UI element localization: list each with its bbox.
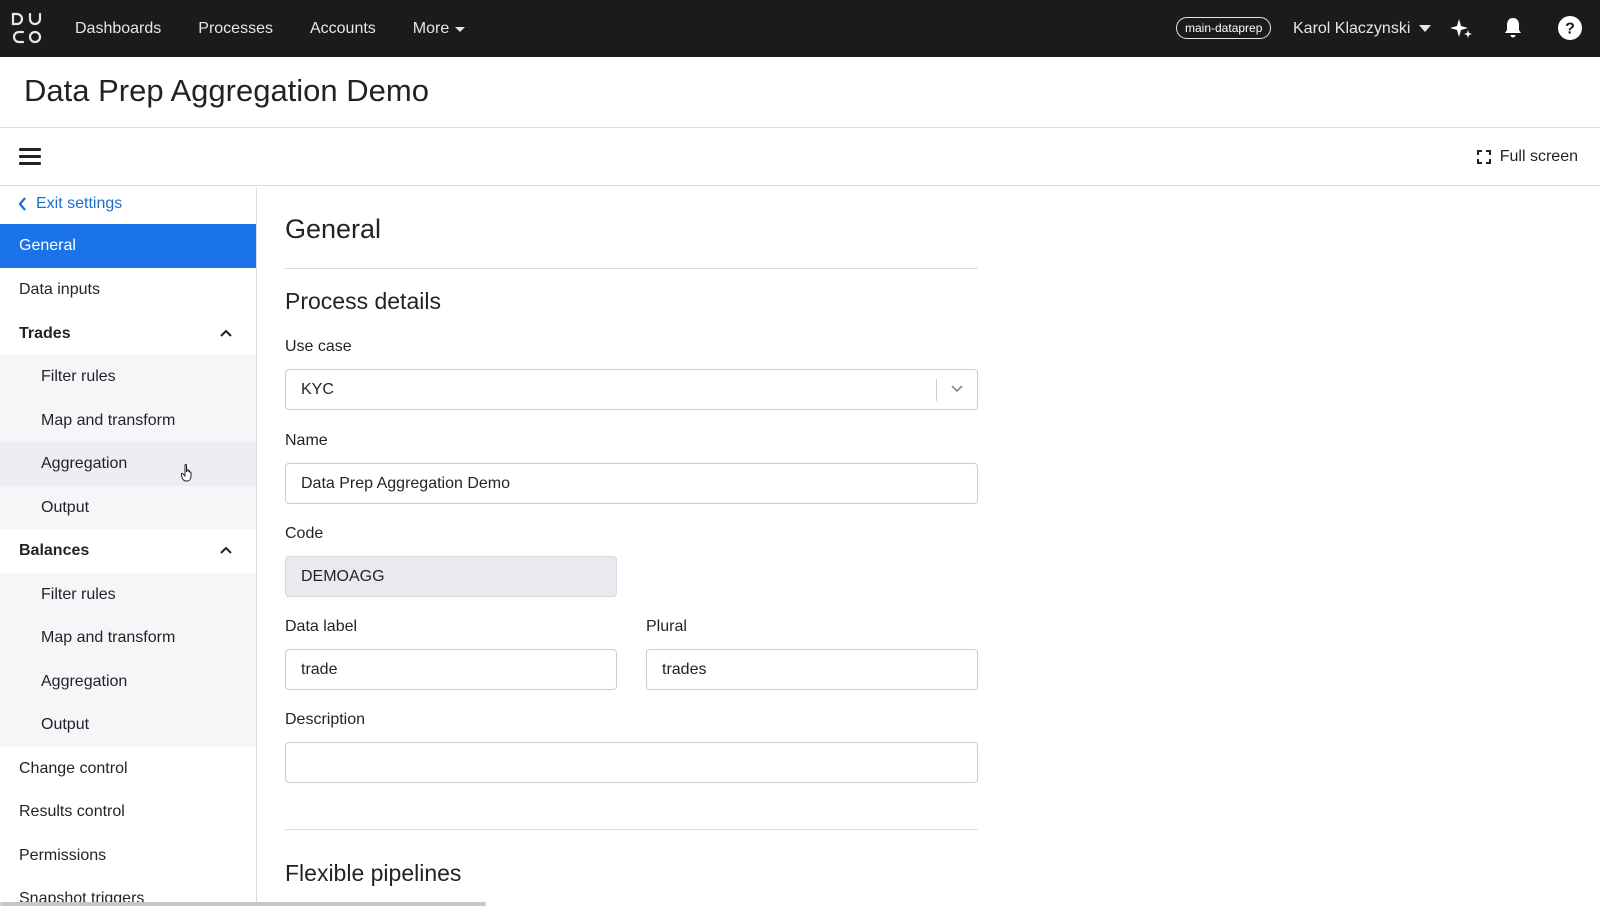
plural-field[interactable]: trades: [646, 649, 978, 690]
sidebar-group-trades[interactable]: Trades: [0, 312, 256, 355]
hamburger-menu-icon[interactable]: [19, 148, 41, 166]
plural-label: Plural: [646, 618, 687, 635]
divider: [285, 268, 978, 269]
environment-badge: main-dataprep: [1176, 17, 1272, 39]
use-case-select[interactable]: KYC: [285, 369, 978, 410]
page-header: Data Prep Aggregation Demo: [0, 57, 1600, 128]
sparkle-icon[interactable]: [1449, 16, 1473, 40]
nav-processes[interactable]: Processes: [198, 20, 273, 38]
sidebar-item-label: Data inputs: [19, 281, 100, 298]
nav-accounts[interactable]: Accounts: [310, 20, 376, 38]
sidebar-item-balances-output[interactable]: Output: [0, 703, 256, 747]
fullscreen-button[interactable]: Full screen: [1476, 128, 1578, 186]
chevron-up-icon: [220, 546, 232, 554]
use-case-label: Use case: [285, 338, 352, 355]
use-case-value: KYC: [301, 380, 334, 398]
data-label-value: trade: [301, 660, 338, 678]
flexible-pipelines-heading: Flexible pipelines: [285, 860, 462, 886]
sidebar-item-trades-aggregation[interactable]: Aggregation: [0, 442, 256, 486]
plural-value: trades: [662, 660, 707, 678]
sidebar-group-label: Trades: [19, 324, 71, 342]
exit-settings-label: Exit settings: [36, 195, 123, 212]
divider: [285, 829, 978, 830]
caret-down-icon: [1419, 25, 1432, 32]
description-field[interactable]: [285, 742, 978, 783]
main-nav: Dashboards Processes Accounts More: [75, 0, 502, 57]
select-separator: [936, 379, 937, 401]
sidebar-item-general[interactable]: General: [0, 224, 256, 268]
sidebar-item-trades-map-transform[interactable]: Map and transform: [0, 399, 256, 442]
sidebar-item-label: General: [19, 237, 76, 254]
sidebar-item-results-control[interactable]: Results control: [0, 790, 256, 834]
chevron-left-icon: [18, 197, 26, 211]
sidebar-group-label: Balances: [19, 542, 90, 559]
sidebar-item-balances-aggregation[interactable]: Aggregation: [0, 660, 256, 703]
name-label: Name: [285, 432, 328, 449]
page-title: Data Prep Aggregation Demo: [24, 73, 429, 108]
sidebar-item-permissions[interactable]: Permissions: [0, 834, 256, 877]
sidebar-item-label: Aggregation: [41, 672, 128, 690]
sidebar-item-balances-map-transform[interactable]: Map and transform: [0, 616, 256, 660]
sidebar-item-label: Permissions: [19, 846, 107, 864]
sidebar-item-label: Change control: [19, 759, 128, 777]
sidebar-item-label: Results control: [19, 803, 125, 820]
process-details-heading: Process details: [285, 288, 441, 314]
sidebar-item-label: Map and transform: [41, 629, 176, 646]
sidebar-item-label: Output: [41, 498, 90, 516]
sidebar-item-balances-filter-rules[interactable]: Filter rules: [0, 573, 256, 616]
user-name: Karol Klaczynski: [1293, 19, 1411, 37]
data-label-label: Data label: [285, 618, 358, 635]
code-value: DEMOAGG: [301, 567, 385, 585]
data-label-field[interactable]: trade: [285, 649, 617, 690]
sidebar-item-trades-output[interactable]: Output: [0, 486, 256, 529]
sidebar-item-data-inputs[interactable]: Data inputs: [0, 268, 256, 312]
horizontal-scrollbar[interactable]: [0, 902, 486, 906]
nav-more[interactable]: More: [412, 19, 466, 38]
sidebar-group-balances[interactable]: Balances: [0, 529, 256, 573]
sidebar-item-label: Filter rules: [41, 585, 116, 603]
toolbar: Full screen: [0, 128, 1600, 186]
duco-logo[interactable]: [10, 10, 46, 46]
sidebar-item-change-control[interactable]: Change control: [0, 747, 256, 790]
sidebar-item-label: Filter rules: [41, 368, 116, 385]
name-field[interactable]: Data Prep Aggregation Demo: [285, 463, 978, 504]
chevron-up-icon: [220, 329, 232, 337]
sidebar-item-label: Map and transform: [41, 411, 176, 429]
chevron-down-icon: [951, 385, 963, 393]
nav-more-label: More: [412, 19, 450, 37]
code-field: DEMOAGG: [285, 556, 617, 597]
svg-text:?: ?: [1565, 21, 1575, 38]
nav-dashboards[interactable]: Dashboards: [75, 20, 161, 38]
code-label: Code: [285, 525, 324, 542]
hand-pointer-icon: [181, 464, 192, 482]
description-label: Description: [285, 711, 366, 728]
sidebar-item-label: Aggregation: [41, 455, 128, 472]
expand-icon: [1476, 150, 1491, 164]
bell-icon[interactable]: [1501, 16, 1525, 40]
sidebar-item-label: Output: [41, 716, 90, 733]
fullscreen-label: Full screen: [1499, 148, 1578, 165]
settings-sidebar: Exit settings General Data inputs Trades…: [0, 187, 257, 906]
name-value: Data Prep Aggregation Demo: [301, 474, 511, 492]
caret-down-icon: [455, 27, 466, 32]
user-menu[interactable]: Karol Klaczynski: [1293, 0, 1432, 57]
top-navigation-bar: Dashboards Processes Accounts More main-…: [0, 0, 1600, 57]
section-title: General: [285, 214, 382, 244]
sidebar-item-trades-filter-rules[interactable]: Filter rules: [0, 355, 256, 399]
exit-settings-link[interactable]: Exit settings: [18, 195, 122, 213]
help-icon[interactable]: ?: [1558, 16, 1582, 40]
